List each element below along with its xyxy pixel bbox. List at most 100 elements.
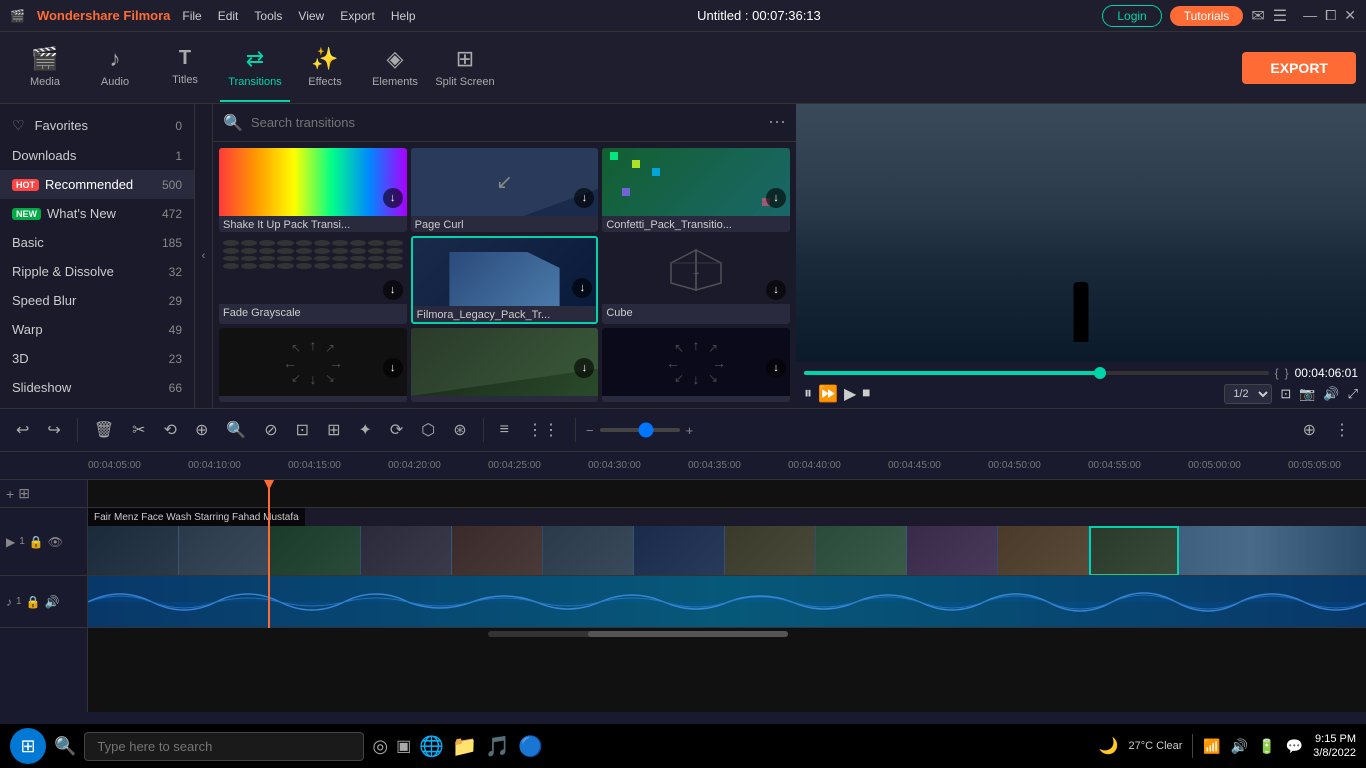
download-confetti-button[interactable]: ↓: [766, 188, 786, 208]
add-video-track-button[interactable]: +: [6, 486, 14, 502]
sidebar-item-whatsnew[interactable]: NEW What's New 472: [0, 199, 194, 228]
toolbar-media[interactable]: 🎬 Media: [10, 34, 80, 102]
start-button[interactable]: ⊞: [10, 728, 46, 764]
download-fadegrayscale-button[interactable]: ↓: [383, 280, 403, 300]
toolbar-titles[interactable]: T Titles: [150, 34, 220, 102]
audio-track[interactable]: [88, 576, 1366, 628]
track-options-button[interactable]: ⋮: [1328, 416, 1356, 444]
volume-button[interactable]: 🔊: [1323, 386, 1339, 402]
expand-button[interactable]: ⤢: [1348, 386, 1358, 402]
audio-edit-button[interactable]: ⊛: [447, 416, 472, 444]
toolbar-transitions[interactable]: ⇄ Transitions: [220, 34, 290, 102]
redo-button[interactable]: ↪: [41, 416, 66, 444]
taskbar-cortana-button[interactable]: ◎: [372, 736, 388, 757]
transition-item-pagecurl[interactable]: ↙ Page Curl ↓: [411, 148, 599, 232]
sidebar-item-ripple[interactable]: Ripple & Dissolve 32: [0, 257, 194, 286]
sidebar-collapse-button[interactable]: ‹: [195, 104, 213, 408]
export-button[interactable]: EXPORT: [1242, 52, 1356, 84]
pause-button[interactable]: ⏸: [804, 385, 812, 403]
hide-video-track-button[interactable]: 👁: [48, 535, 63, 549]
transition-item-fadegrayscale[interactable]: Fade Grayscale ↓: [219, 236, 407, 324]
ai-button[interactable]: ⊘: [258, 416, 283, 444]
stop-button[interactable]: ⏹: [862, 385, 870, 403]
notifications-icon[interactable]: ✉: [1251, 6, 1264, 26]
quality-select[interactable]: 1/2 1/4 Full: [1224, 384, 1272, 404]
search-taskbar-button[interactable]: 🔍: [54, 736, 76, 757]
menu-help[interactable]: Help: [391, 9, 416, 23]
progress-bar[interactable]: [804, 371, 1269, 375]
cut-button[interactable]: ✂: [126, 416, 151, 444]
search-input[interactable]: [251, 115, 760, 130]
transition-item-confetti[interactable]: Confetti_Pack_Transitio... ↓: [602, 148, 790, 232]
taskbar-taskview-button[interactable]: ▣: [396, 736, 411, 756]
toolbar-elements[interactable]: ◈ Elements: [360, 34, 430, 102]
sidebar-item-favorites[interactable]: ♡ Favorites 0: [0, 110, 194, 141]
sidebar-item-basic[interactable]: Basic 185: [0, 228, 194, 257]
speed-button[interactable]: ⊕: [189, 416, 214, 444]
download-cube-button[interactable]: ↓: [766, 280, 786, 300]
playhead[interactable]: [268, 480, 270, 628]
taskbar-edge-button[interactable]: 🌐: [419, 734, 444, 759]
add-video-track2-button[interactable]: ⊞: [18, 485, 30, 502]
screenshot-button[interactable]: 📷: [1299, 386, 1315, 402]
settings-icon[interactable]: ☰: [1273, 6, 1287, 26]
transition-item-arrows2[interactable]: ↑ ↓ ← → ↖ ↗ ↙ ↘ ↓: [602, 328, 790, 402]
sidebar-item-speedblur[interactable]: Speed Blur 29: [0, 286, 194, 315]
tutorials-button[interactable]: Tutorials: [1170, 6, 1244, 26]
audio-clip-button[interactable]: ⋮⋮: [521, 416, 565, 444]
split-track-button[interactable]: ≡: [494, 417, 515, 443]
minimize-button[interactable]: —: [1303, 7, 1317, 24]
transition-item-cube[interactable]: → Cube ↓: [602, 236, 790, 324]
mask-button[interactable]: ⬡: [415, 416, 441, 444]
zoom-slider[interactable]: [600, 428, 680, 432]
login-button[interactable]: Login: [1102, 5, 1161, 27]
fullscreen-button[interactable]: ⊡: [1280, 386, 1291, 402]
lock-video-track-button[interactable]: 🔒: [29, 535, 44, 549]
add-track-button[interactable]: ⊕: [1297, 416, 1322, 444]
video-track[interactable]: Fair Menz Face Wash Starring Fahad Musta…: [88, 508, 1366, 576]
wifi-icon[interactable]: 📶: [1203, 738, 1220, 755]
volume-icon[interactable]: 🔊: [1231, 738, 1248, 755]
taskbar-app1-button[interactable]: 🎵: [485, 734, 510, 759]
step-forward-button[interactable]: ⏩: [818, 384, 838, 404]
menu-file[interactable]: File: [182, 9, 201, 23]
toolbar-splitscreen[interactable]: ⊞ Split Screen: [430, 34, 500, 102]
menu-edit[interactable]: Edit: [218, 9, 239, 23]
track-area[interactable]: Fair Menz Face Wash Starring Fahad Musta…: [88, 480, 1366, 712]
play-button[interactable]: ▶: [844, 384, 856, 404]
sidebar-item-3d[interactable]: 3D 23: [0, 344, 194, 373]
taskbar-search-input[interactable]: [84, 732, 364, 761]
transition-item-arrows1[interactable]: ↑ ↓ ← → ↖ ↗ ↙ ↘ ↓: [219, 328, 407, 402]
toolbar-effects[interactable]: ✨ Effects: [290, 34, 360, 102]
crop-button[interactable]: ⟲: [158, 416, 183, 444]
taskbar-time[interactable]: 9:15 PM 3/8/2022: [1313, 732, 1356, 761]
download-arrows1-button[interactable]: ↓: [383, 358, 403, 378]
download-shake-button[interactable]: ↓: [383, 188, 403, 208]
stabilize-button[interactable]: ⊞: [321, 416, 346, 444]
undo-button[interactable]: ↩: [10, 416, 35, 444]
mute-audio-track-button[interactable]: 🔊: [45, 595, 60, 609]
adjust-button[interactable]: ✦: [352, 416, 377, 444]
grid-toggle-icon[interactable]: ⋯: [768, 112, 786, 133]
menu-view[interactable]: View: [298, 9, 324, 23]
sidebar-item-warp[interactable]: Warp 49: [0, 315, 194, 344]
transition-item-shake[interactable]: Shake It Up Pack Transi... ↓: [219, 148, 407, 232]
maximize-button[interactable]: ⧠: [1325, 7, 1336, 24]
taskbar-files-button[interactable]: 📁: [452, 734, 477, 759]
sidebar-item-recommended[interactable]: HOT Recommended 500: [0, 170, 194, 199]
delete-button[interactable]: 🗑: [88, 416, 120, 444]
taskbar-chrome-button[interactable]: 🔵: [518, 734, 543, 759]
color-button[interactable]: ⊡: [290, 416, 315, 444]
close-button[interactable]: ✕: [1344, 7, 1356, 24]
transition-item-filmora[interactable]: Filmora_Legacy_Pack_Tr... ↓: [411, 236, 599, 324]
lock-audio-track-button[interactable]: 🔒: [26, 595, 41, 609]
menu-export[interactable]: Export: [340, 9, 375, 23]
notification-icon[interactable]: 💬: [1286, 738, 1303, 755]
toolbar-audio[interactable]: ♪ Audio: [80, 34, 150, 102]
zoom-in-button[interactable]: 🔍: [220, 416, 252, 444]
download-arrows2-button[interactable]: ↓: [766, 358, 786, 378]
transition-item-page2[interactable]: ↓: [411, 328, 599, 402]
sidebar-item-slideshow[interactable]: Slideshow 66: [0, 373, 194, 402]
rotate-button[interactable]: ⟳: [384, 416, 409, 444]
sidebar-item-downloads[interactable]: Downloads 1: [0, 141, 194, 170]
